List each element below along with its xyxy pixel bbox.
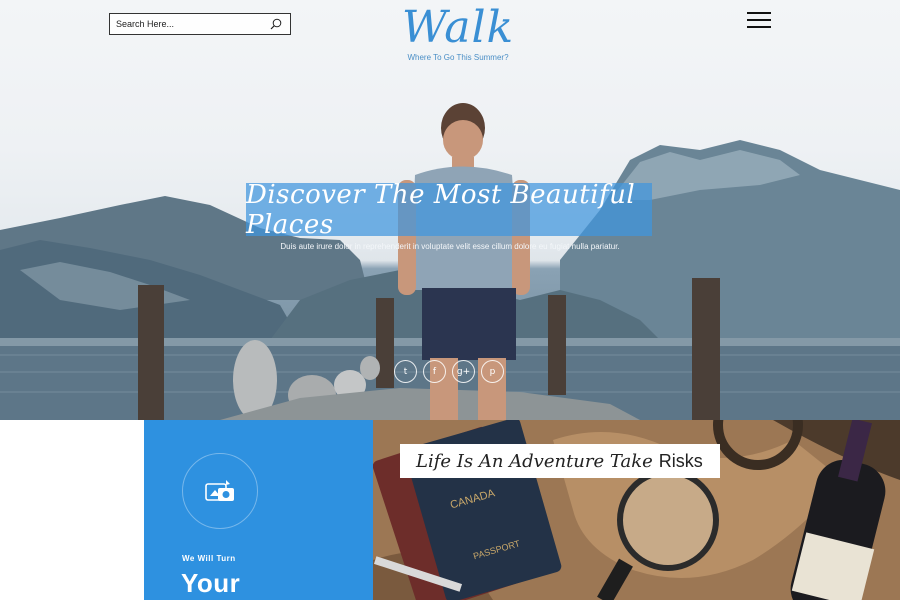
- site-logo[interactable]: Walk Where To Go This Summer?: [370, 0, 546, 62]
- hero-banner: Walk Where To Go This Summer? Discover T…: [0, 0, 900, 420]
- feature-kicker: We Will Turn: [182, 554, 236, 563]
- pinterest-icon[interactable]: p: [481, 360, 504, 383]
- banner-title-plain: Risks: [658, 450, 703, 471]
- tagline: Where To Go This Summer?: [407, 53, 509, 62]
- search-box[interactable]: [109, 13, 291, 35]
- search-input[interactable]: [110, 14, 266, 34]
- google-plus-icon[interactable]: g+: [452, 360, 475, 383]
- twitter-icon[interactable]: t: [394, 360, 417, 383]
- photo-camera-icon: [182, 453, 258, 529]
- facebook-icon[interactable]: f: [423, 360, 446, 383]
- banner-title: Life Is An Adventure Take Risks: [400, 444, 720, 478]
- hero-headline-box: Discover The Most Beautiful Places: [246, 180, 652, 240]
- hero-headline: Discover The Most Beautiful Places: [246, 179, 636, 240]
- search-icon[interactable]: [270, 18, 282, 30]
- hamburger-menu-icon[interactable]: [747, 12, 771, 30]
- logo-text: Walk: [401, 2, 515, 53]
- hero-subtext: Duis aute irure dolor in reprehenderit i…: [280, 242, 620, 251]
- banner-title-script: Life Is An Adventure Take: [416, 450, 653, 472]
- feature-card: We Will Turn Your: [144, 420, 373, 600]
- feature-title: Your: [181, 568, 241, 598]
